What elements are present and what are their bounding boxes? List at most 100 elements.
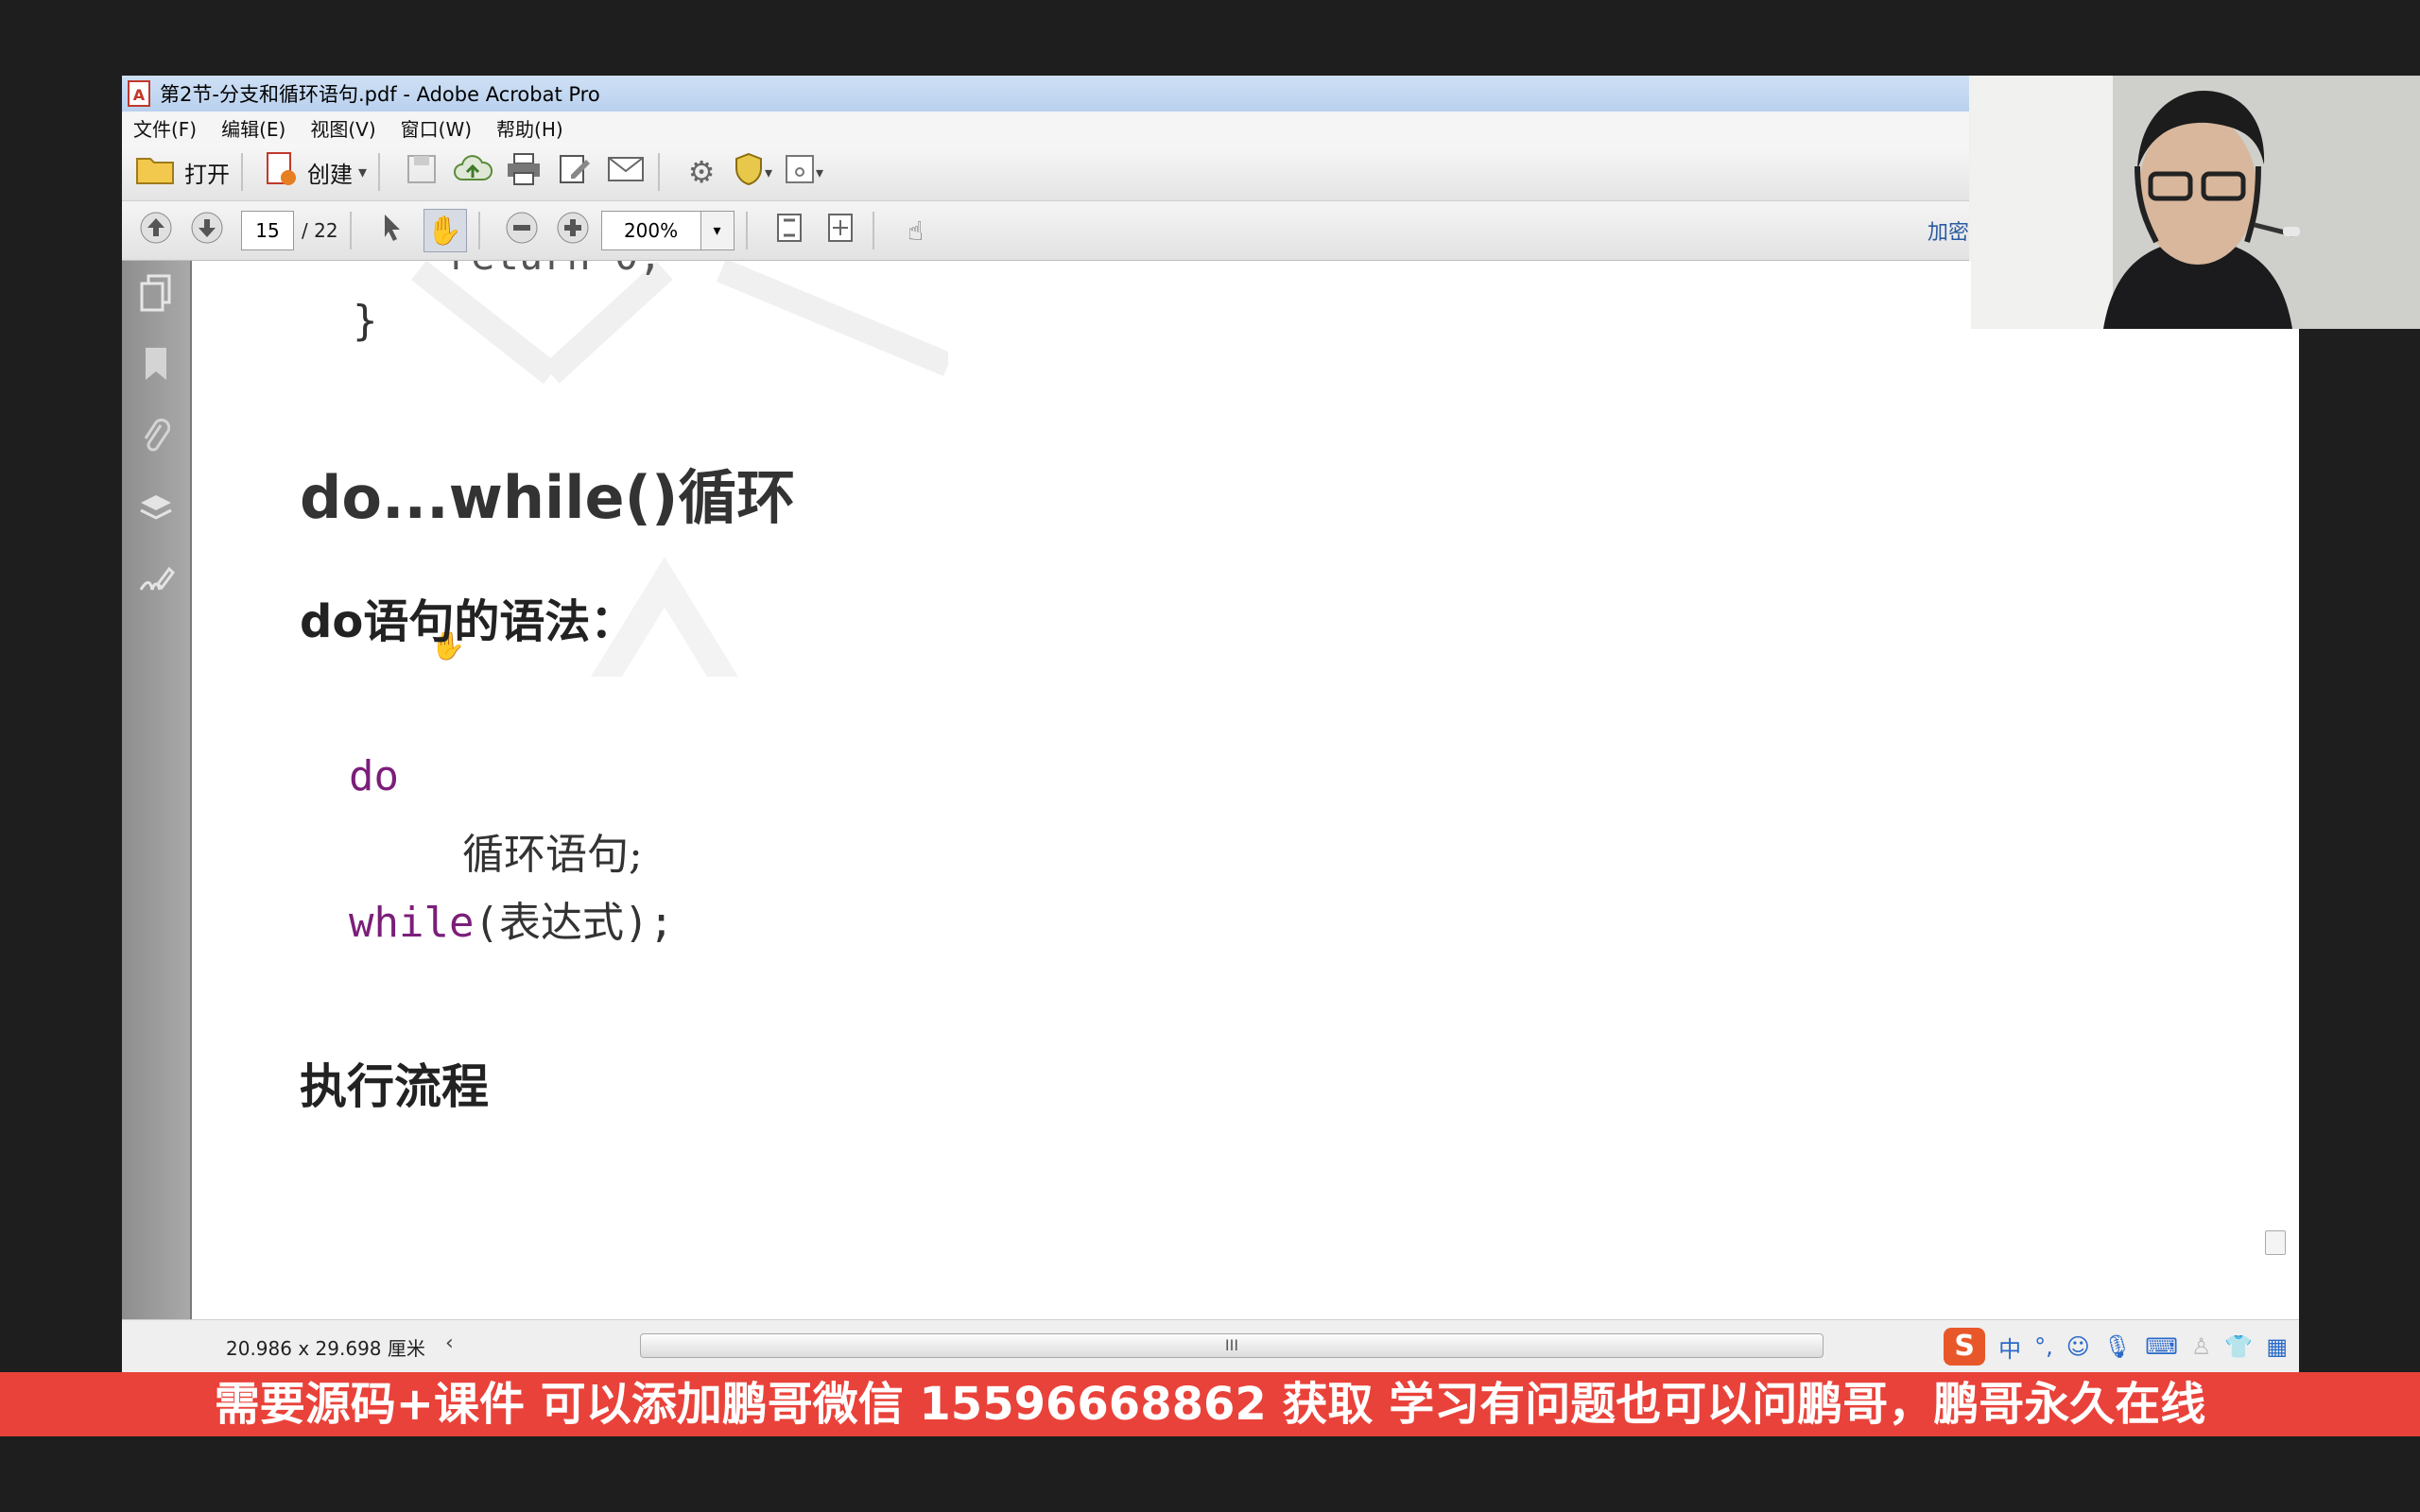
- minus-icon: [505, 211, 539, 251]
- fit-width-button[interactable]: [820, 210, 861, 251]
- save-button[interactable]: [401, 151, 442, 193]
- upload-button[interactable]: [452, 151, 493, 193]
- open-label: 打开: [184, 161, 230, 188]
- menu-window[interactable]: 窗口(W): [401, 114, 472, 142]
- hand-pointer-icon: ☝: [908, 215, 925, 247]
- shield-icon: [733, 152, 765, 193]
- secure-button[interactable]: ▾: [732, 151, 773, 193]
- toolbar-divider: [745, 212, 748, 249]
- syntax-subheading: do语句的语法：: [300, 595, 636, 648]
- menu-edit[interactable]: 编辑(E): [221, 114, 285, 142]
- sign-button[interactable]: ▾: [783, 151, 824, 193]
- navigation-toolbar: 15 / 22 ✋ 200% ▾ ☝ 加密: [122, 201, 1969, 261]
- hand-icon: ✋: [426, 214, 463, 248]
- chevron-down-icon: ▾: [358, 162, 368, 182]
- bookmark-icon[interactable]: [135, 346, 177, 387]
- status-bar: 20.986 x 29.698 厘米 ‹ III S 中 °, ☺ 🎙 ⌨ ♙ …: [122, 1319, 2299, 1372]
- toolbar-divider: [349, 212, 352, 249]
- create-button[interactable]: 创建 ▾: [264, 151, 367, 193]
- save-icon: [406, 153, 438, 192]
- sogou-logo-icon[interactable]: S: [1944, 1328, 1986, 1366]
- microphone-icon[interactable]: 🎙: [2103, 1333, 2132, 1360]
- page-total: / 22: [302, 219, 338, 242]
- arrow-up-icon: [139, 211, 173, 251]
- gear-icon: ⚙: [687, 154, 716, 190]
- promo-banner: 需要源码+课件 可以添加鹏哥微信 15596668862 获取 学习有问题也可以…: [0, 1372, 2420, 1436]
- fit-width-icon: [825, 211, 856, 251]
- webcam-overlay: [1971, 76, 2420, 329]
- sign-icon: [784, 153, 816, 192]
- toolbar-divider: [241, 153, 243, 191]
- email-button[interactable]: [605, 151, 647, 193]
- next-page-button[interactable]: [186, 210, 228, 251]
- code-keyword-do: do: [349, 752, 399, 800]
- select-tool-button[interactable]: [372, 210, 414, 251]
- page-heading: do...while()循环: [300, 463, 796, 532]
- keyboard-icon[interactable]: ⌨: [2145, 1333, 2178, 1360]
- toolbar-divider: [378, 153, 381, 191]
- chevron-down-icon: ▾: [816, 163, 824, 181]
- chevron-down-icon: ▾: [765, 163, 773, 181]
- read-mode-button[interactable]: ☝: [895, 210, 937, 251]
- main-toolbar: 打开 创建 ▾ ⚙ ▾ ▾: [122, 144, 1969, 201]
- title-bar: A 第2节-分支和循环语句.pdf - Adobe Acrobat Pro: [122, 76, 1969, 112]
- edit-document-icon: [558, 152, 592, 193]
- zoom-level-input[interactable]: 200%: [600, 211, 701, 250]
- menu-view[interactable]: 视图(V): [310, 114, 375, 142]
- fit-page-icon: [774, 211, 804, 251]
- zoom-in-button[interactable]: [552, 210, 594, 251]
- grid-icon[interactable]: ▦: [2266, 1333, 2288, 1360]
- toolbar-divider: [477, 212, 480, 249]
- toolbar-divider: [658, 153, 661, 191]
- navigation-pane: [122, 261, 192, 1319]
- zoom-dropdown-button[interactable]: ▾: [700, 211, 735, 250]
- folder-icon: [135, 153, 175, 192]
- shirt-icon[interactable]: 👕: [2224, 1333, 2253, 1360]
- zoom-out-button[interactable]: [501, 210, 543, 251]
- page-number-input[interactable]: 15: [241, 211, 294, 250]
- menu-bar: 文件(F) 编辑(E) 视图(V) 窗口(W) 帮助(H): [122, 112, 1969, 144]
- fit-page-button[interactable]: [769, 210, 810, 251]
- toolbar-divider: [872, 212, 874, 249]
- create-pdf-icon: [264, 151, 298, 194]
- print-button[interactable]: [503, 151, 544, 193]
- section-heading: 执行流程: [300, 1059, 489, 1114]
- horizontal-scrollbar[interactable]: III: [640, 1333, 1824, 1358]
- printer-icon: [506, 152, 542, 193]
- previous-page-button[interactable]: [135, 210, 177, 251]
- scroll-left-arrow[interactable]: ‹: [445, 1332, 454, 1355]
- code-loop-body: 循环语句;: [462, 831, 643, 879]
- hand-tool-button[interactable]: ✋: [423, 209, 467, 252]
- menu-file[interactable]: 文件(F): [133, 114, 197, 142]
- layers-icon[interactable]: [135, 490, 177, 531]
- ime-punctuation[interactable]: °,: [2034, 1333, 2053, 1360]
- page-size-label: 20.986 x 29.698 厘米: [226, 1337, 425, 1360]
- presenter-video-image: [1971, 76, 2420, 329]
- code-keyword-while: while: [349, 899, 475, 947]
- document-page[interactable]: return 0; } do...while()循环 ✋ do语句的语法： do…: [192, 261, 2299, 1319]
- vertical-scroll-thumb[interactable]: [2265, 1230, 2286, 1255]
- edit-button[interactable]: [554, 151, 596, 193]
- settings-button[interactable]: ⚙: [681, 151, 722, 193]
- cloud-upload-icon: [453, 153, 493, 192]
- code-while-line: while(表达式);: [349, 888, 674, 949]
- ime-toolbar: S 中 °, ☺ 🎙 ⌨ ♙ 👕 ▦: [1944, 1328, 2288, 1366]
- ime-chinese-mode[interactable]: 中: [1998, 1331, 2021, 1364]
- pages-icon[interactable]: [135, 274, 177, 316]
- text-cursor-icon: [379, 211, 407, 251]
- user-icon[interactable]: ♙: [2191, 1333, 2212, 1360]
- window-title: 第2节-分支和循环语句.pdf - Adobe Acrobat Pro: [160, 83, 600, 106]
- open-button[interactable]: 打开: [135, 151, 230, 193]
- plus-icon: [556, 211, 590, 251]
- pdf-file-icon: A: [128, 80, 150, 107]
- code-condition: (表达式);: [474, 899, 674, 947]
- menu-help[interactable]: 帮助(H): [496, 114, 563, 142]
- signature-icon[interactable]: [135, 561, 177, 603]
- create-label: 创建: [307, 161, 353, 188]
- emoji-icon[interactable]: ☺: [2066, 1333, 2090, 1360]
- paperclip-icon[interactable]: [135, 418, 177, 459]
- arrow-down-icon: [190, 211, 224, 251]
- code-return-line: return 0;: [447, 261, 663, 279]
- envelope-icon: [607, 155, 645, 190]
- encrypt-label[interactable]: 加密: [1927, 215, 1969, 246]
